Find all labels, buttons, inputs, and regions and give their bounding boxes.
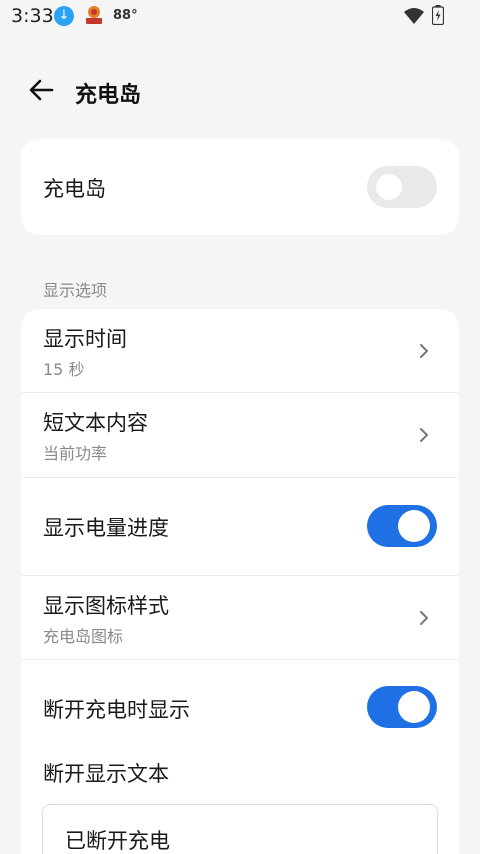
app-header: 充电岛 [0, 64, 480, 120]
battery-progress-toggle[interactable] [367, 505, 437, 547]
option-title: 显示电量进度 [43, 516, 169, 540]
section-label: 显示选项 [43, 281, 108, 300]
option-short-text[interactable]: 短文本内容 当前功率 [21, 393, 459, 478]
chevron-right-icon [420, 344, 428, 358]
option-icon-style[interactable]: 显示图标样式 充电岛图标 [21, 576, 459, 660]
option-subtitle: 充电岛图标 [43, 627, 124, 646]
option-show-on-disconnect[interactable]: 断开充电时显示 [21, 660, 459, 756]
toggle-knob [398, 691, 430, 723]
option-display-time[interactable]: 显示时间 15 秒 [21, 309, 459, 393]
option-title: 显示图标样式 [43, 594, 169, 618]
wifi-icon [404, 8, 424, 24]
chevron-right-icon [420, 611, 428, 625]
download-icon: ↓ [54, 6, 74, 26]
option-title: 断开充电时显示 [43, 698, 190, 722]
option-title: 短文本内容 [43, 411, 148, 435]
page-title: 充电岛 [75, 83, 142, 108]
show-on-disconnect-toggle[interactable] [367, 686, 437, 728]
status-time: 3:33 [11, 5, 54, 27]
disconnect-text-input[interactable]: 已断开充电 [42, 804, 438, 854]
main-toggle-switch[interactable] [367, 166, 437, 208]
toggle-knob [398, 510, 430, 542]
option-title: 显示时间 [43, 327, 127, 351]
option-subtitle: 15 秒 [43, 360, 85, 379]
status-bar: 3:33 ↓ 88° [0, 0, 480, 34]
temperature-readout: 88° [113, 8, 138, 23]
main-toggle-label: 充电岛 [43, 177, 106, 201]
option-battery-progress[interactable]: 显示电量进度 [21, 478, 459, 576]
arrow-left-icon [29, 79, 54, 101]
chevron-right-icon [420, 428, 428, 442]
disconnect-text-label: 断开显示文本 [43, 762, 169, 786]
back-button[interactable] [22, 70, 62, 110]
main-toggle-card: 充电岛 [21, 139, 459, 235]
toggle-knob [376, 174, 402, 200]
battery-charging-icon [432, 5, 444, 25]
disconnect-text-value: 已断开充电 [65, 829, 170, 853]
option-subtitle: 当前功率 [43, 444, 108, 463]
app-notification-icon [86, 6, 102, 24]
main-toggle-row[interactable]: 充电岛 [21, 139, 459, 235]
disconnect-text-row: 断开显示文本 已断开充电 [21, 756, 459, 854]
options-card: 显示时间 15 秒 短文本内容 当前功率 显示电量进度 显示图标样式 充电岛图标… [21, 309, 459, 854]
